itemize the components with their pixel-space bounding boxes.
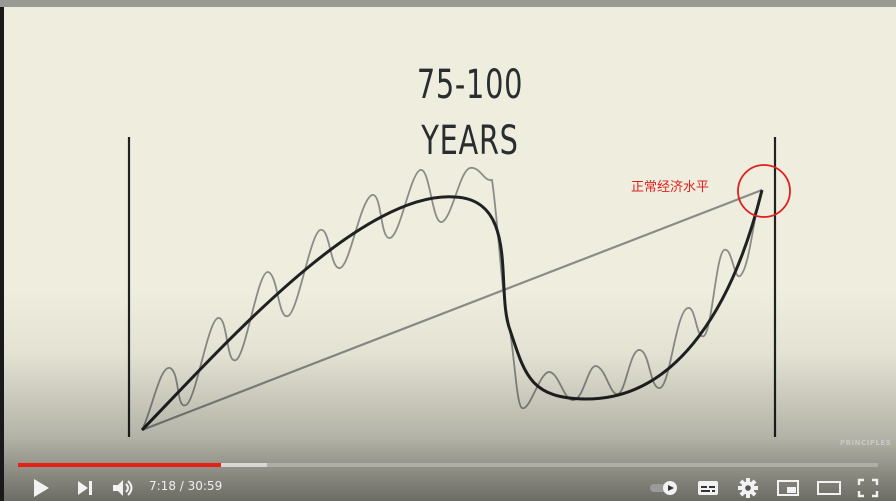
theater-mode-icon — [817, 481, 841, 495]
miniplayer-button[interactable] — [774, 477, 802, 499]
video-player[interactable]: 75-100 YEARS 正常经济水平 PRINCIPLES 7:18 / 30… — [0, 0, 896, 501]
fullscreen-button[interactable] — [855, 476, 881, 500]
play-button[interactable] — [28, 476, 54, 500]
annotation-label: 正常经济水平 — [631, 180, 710, 195]
subtitles-button[interactable] — [695, 477, 721, 499]
autoplay-toggle-icon — [650, 481, 677, 495]
trend-line — [141, 188, 763, 432]
volume-icon — [113, 480, 133, 496]
theater-mode-button[interactable] — [814, 477, 844, 499]
video-title-line1: 75-100 — [416, 62, 524, 108]
next-button[interactable] — [72, 476, 98, 500]
next-icon — [78, 481, 92, 495]
progress-played — [18, 463, 221, 467]
short-term-cycle-curve — [141, 167, 763, 431]
video-title-line2: YEARS — [421, 118, 519, 164]
subtitles-icon — [698, 481, 718, 495]
miniplayer-icon — [777, 480, 799, 496]
mute-button[interactable] — [109, 476, 137, 500]
annotation-circle — [737, 164, 791, 218]
time-display: 7:18 / 30:59 — [149, 479, 223, 493]
fullscreen-icon — [857, 478, 879, 498]
play-icon — [34, 479, 49, 497]
settings-button[interactable] — [735, 476, 761, 500]
watermark: PRINCIPLES — [840, 439, 892, 447]
autoplay-toggle[interactable] — [648, 478, 682, 498]
settings-icon — [738, 478, 758, 498]
